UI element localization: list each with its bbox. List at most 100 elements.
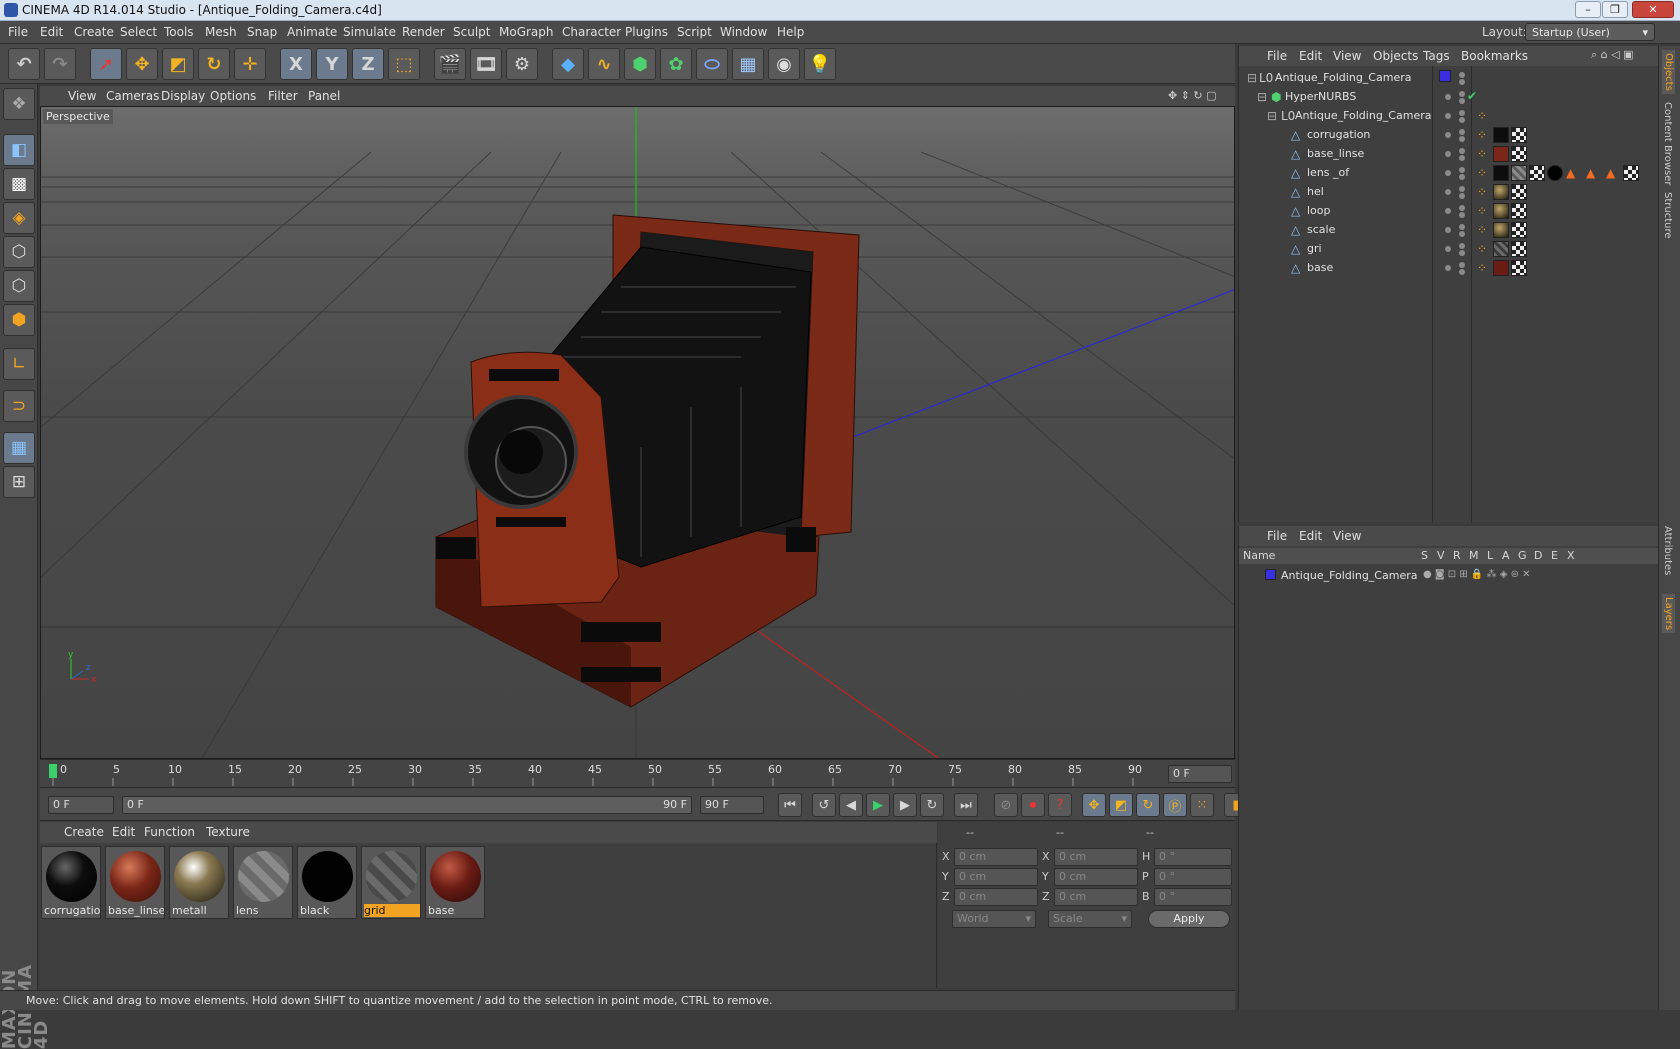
layout-select[interactable]: Startup (User) ▾ — [1525, 23, 1655, 41]
layer-menu-file[interactable]: File — [1267, 529, 1287, 543]
object-row[interactable]: △ base_linse ⁘ — [1239, 144, 1659, 164]
render-dot[interactable] — [1459, 269, 1465, 275]
material-tag[interactable] — [1493, 146, 1509, 162]
uvw-tag[interactable] — [1511, 241, 1527, 257]
maximize-button[interactable]: ❐ — [1602, 1, 1628, 18]
object-menu-tags[interactable]: Tags — [1423, 49, 1450, 63]
material-swatch[interactable]: corrugatio — [41, 846, 101, 919]
material-tag[interactable] — [1511, 165, 1527, 181]
key-rotation-icon[interactable]: ↻ — [1136, 793, 1160, 817]
object-row[interactable]: △ corrugation ⁘ — [1239, 125, 1659, 145]
phong-tag-icon[interactable]: ⁘ — [1477, 204, 1487, 218]
material-tag[interactable] — [1493, 203, 1509, 219]
material-tag[interactable] — [1493, 260, 1509, 276]
size-y-field[interactable]: 0 cm — [1054, 868, 1138, 886]
coordinate-mode-select[interactable]: World ▾ — [952, 910, 1036, 928]
tab-layers[interactable]: Layers — [1662, 594, 1675, 634]
tab-attributes[interactable]: Attributes — [1662, 526, 1673, 575]
visibility-dot[interactable] — [1445, 113, 1451, 119]
render-dot[interactable] — [1459, 155, 1465, 161]
visibility-dot[interactable] — [1459, 186, 1465, 192]
render-dot[interactable] — [1459, 231, 1465, 237]
frame-range-slider[interactable]: 0 F 90 F — [122, 796, 692, 814]
polygons-mode-icon[interactable]: ⬢ — [3, 304, 35, 336]
position-x-field[interactable]: 0 cm — [954, 848, 1038, 866]
render-dot[interactable] — [1459, 98, 1465, 104]
previous-key-icon[interactable]: ↺ — [812, 793, 836, 817]
y-axis-lock-button[interactable]: Y — [316, 48, 348, 80]
render-dot[interactable] — [1459, 117, 1465, 123]
viewport-menu-filter[interactable]: Filter — [268, 89, 298, 103]
spline-pen-icon[interactable]: ∿ — [588, 48, 620, 80]
render-settings-icon[interactable]: ⚙ — [506, 48, 538, 80]
render-dot[interactable] — [1459, 136, 1465, 142]
render-dot[interactable] — [1459, 79, 1465, 85]
visibility-dot[interactable] — [1445, 170, 1451, 176]
visibility-dot[interactable] — [1445, 208, 1451, 214]
render-picture-viewer-icon[interactable]: 🎞 — [470, 48, 502, 80]
render-dot[interactable] — [1459, 174, 1465, 180]
menu-sculpt[interactable]: Sculpt — [453, 25, 490, 39]
layer-menu-edit[interactable]: Edit — [1299, 529, 1322, 543]
material-tag[interactable] — [1493, 127, 1509, 143]
key-parameter-icon[interactable]: Ⓟ — [1163, 793, 1187, 817]
expand-icon[interactable]: ⊟ — [1247, 71, 1257, 85]
uvw-tag[interactable] — [1623, 165, 1639, 181]
layer-toggle-icons[interactable]: ● ◙ ⊡ ⊞ 🔒 ⁂ ◈ ⊜ ✕ — [1423, 569, 1531, 580]
material-tag[interactable] — [1547, 165, 1563, 181]
size-mode-select[interactable]: Scale ▾ — [1048, 910, 1132, 928]
record-keys-icon[interactable]: ⊘ — [994, 793, 1018, 817]
rotation-p-field[interactable]: 0 ° — [1154, 868, 1232, 886]
size-z-field[interactable]: 0 cm — [1054, 888, 1138, 906]
object-row[interactable]: ⊟ L0 Antique_Folding_Camera ⁘ — [1239, 106, 1659, 126]
selection-tag-icon[interactable]: ▲ — [1606, 166, 1615, 180]
timeline-ruler[interactable]: 0 5 10 15 20 25 30 35 40 45 50 55 60 65 … — [40, 759, 1235, 787]
live-selection-icon[interactable]: ➚ — [90, 48, 122, 80]
material-menu-texture[interactable]: Texture — [206, 825, 250, 839]
autokey-icon[interactable]: ⏺ — [1021, 793, 1045, 817]
coordinate-system-icon[interactable]: ⬚ — [388, 48, 420, 80]
key-pla-icon[interactable]: ⁙ — [1190, 793, 1214, 817]
key-scale-icon[interactable]: ◩ — [1109, 793, 1133, 817]
material-swatch[interactable]: grid — [361, 846, 421, 919]
axis-mode-icon[interactable]: ∟ — [3, 348, 35, 380]
menu-edit[interactable]: Edit — [40, 25, 63, 39]
viewport-menu-view[interactable]: View — [68, 89, 96, 103]
snap-grid-icon[interactable]: ▦ — [3, 432, 35, 464]
object-row[interactable]: △ base ⁘ — [1239, 258, 1659, 278]
points-mode-icon[interactable]: ⬡ — [3, 236, 35, 268]
render-view-icon[interactable]: 🎬 — [434, 48, 466, 80]
material-swatch[interactable]: lens — [233, 846, 293, 919]
object-row[interactable]: ⊟ L0 Antique_Folding_Camera — [1239, 68, 1659, 88]
uvw-tag[interactable] — [1511, 127, 1527, 143]
enabled-check-icon[interactable]: ✔ — [1467, 89, 1477, 103]
phong-tag-icon[interactable]: ⁘ — [1477, 185, 1487, 199]
object-menu-edit[interactable]: Edit — [1299, 49, 1322, 63]
uvw-tag[interactable] — [1511, 184, 1527, 200]
visibility-dot[interactable] — [1459, 205, 1465, 211]
object-row[interactable]: △ scale ⁘ — [1239, 220, 1659, 240]
render-dot[interactable] — [1459, 193, 1465, 199]
camera-icon[interactable]: ◉ — [768, 48, 800, 80]
uvw-tag[interactable] — [1511, 146, 1527, 162]
size-x-field[interactable]: 0 cm — [1054, 848, 1138, 866]
apply-button[interactable]: Apply — [1148, 910, 1230, 928]
rotate-tool-icon[interactable]: ↻ — [198, 48, 230, 80]
search-icon[interactable]: ⌕ ⌂ ◁ ▣ — [1591, 48, 1634, 62]
scale-tool-icon[interactable]: ◩ — [162, 48, 194, 80]
phong-tag-icon[interactable]: ⁘ — [1477, 166, 1487, 180]
move-tool-icon[interactable]: ✥ — [126, 48, 158, 80]
render-dot[interactable] — [1459, 212, 1465, 218]
phong-tag-icon[interactable]: ⁘ — [1477, 128, 1487, 142]
position-y-field[interactable]: 0 cm — [954, 868, 1038, 886]
menu-snap[interactable]: Snap — [247, 25, 277, 39]
object-row[interactable]: △ lens _of ⁘ ▲ ▲ ▲ — [1239, 163, 1659, 183]
expand-icon[interactable]: ⊟ — [1267, 109, 1277, 123]
object-menu-bookmarks[interactable]: Bookmarks — [1461, 49, 1528, 63]
visibility-dot[interactable] — [1445, 132, 1451, 138]
rotation-h-field[interactable]: 0 ° — [1154, 848, 1232, 866]
close-button[interactable]: ✕ — [1632, 1, 1674, 18]
start-frame-field[interactable]: 0 F — [48, 796, 114, 814]
visibility-dot[interactable] — [1459, 262, 1465, 268]
rotation-b-field[interactable]: 0 ° — [1154, 888, 1232, 906]
